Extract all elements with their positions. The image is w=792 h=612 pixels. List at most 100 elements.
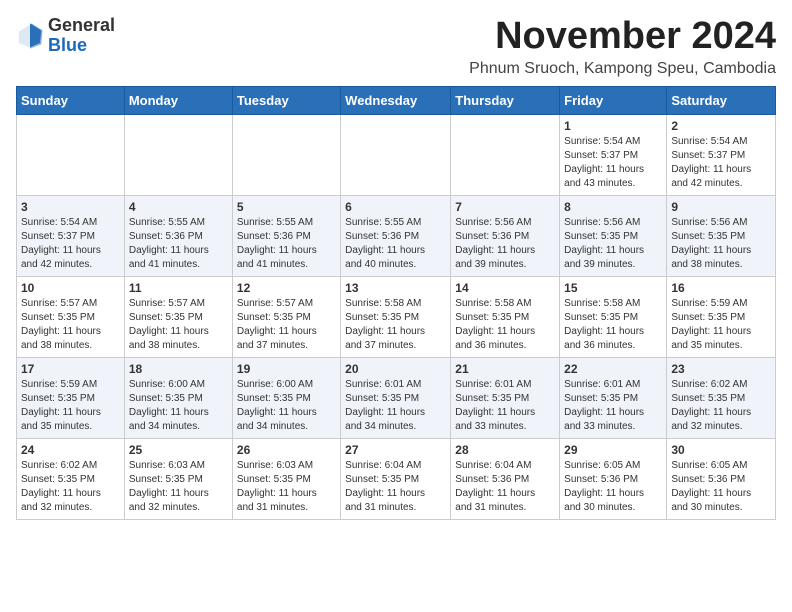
calendar-cell — [341, 114, 451, 195]
calendar-cell — [124, 114, 232, 195]
day-info: Sunrise: 6:05 AM Sunset: 5:36 PM Dayligh… — [671, 459, 771, 515]
day-number: 19 — [237, 362, 336, 376]
calendar-cell: 16 Sunrise: 5:59 AM Sunset: 5:35 PM Dayli… — [667, 276, 776, 357]
calendar-cell: 23Sunrise: 6:02 AM Sunset: 5:35 PM Dayli… — [667, 357, 776, 438]
day-number: 25 — [129, 443, 228, 457]
calendar-cell: 28 Sunrise: 6:04 AM Sunset: 5:36 PM Dayli… — [451, 438, 560, 519]
day-info: Sunrise: 5:57 AM Sunset: 5:35 PM Dayligh… — [21, 297, 120, 353]
calendar-cell: 15 Sunrise: 5:58 AM Sunset: 5:35 PM Dayli… — [560, 276, 667, 357]
day-number: 10 — [21, 281, 120, 295]
day-info: Sunrise: 6:03 AM Sunset: 5:35 PM Dayligh… — [237, 459, 336, 515]
logo-general-text: General — [48, 15, 115, 35]
calendar-cell: 2Sunrise: 5:54 AM Sunset: 5:37 PM Daylig… — [667, 114, 776, 195]
calendar-cell: 21Sunrise: 6:01 AM Sunset: 5:35 PM Dayli… — [451, 357, 560, 438]
calendar-week-row: 3 Sunrise: 5:54 AM Sunset: 5:37 PM Daylig… — [17, 195, 776, 276]
col-header-thursday: Thursday — [451, 86, 560, 114]
day-info: Sunrise: 5:55 AM Sunset: 5:36 PM Dayligh… — [345, 216, 446, 272]
calendar-cell — [451, 114, 560, 195]
calendar-week-row: 1 Sunrise: 5:54 AM Sunset: 5:37 PM Daylig… — [17, 114, 776, 195]
day-number: 18 — [129, 362, 228, 376]
day-number: 16 — [671, 281, 771, 295]
month-title: November 2024 — [469, 16, 776, 58]
location-text: Phnum Sruoch, Kampong Speu, Cambodia — [469, 60, 776, 78]
day-number: 15 — [564, 281, 662, 295]
calendar-cell: 10 Sunrise: 5:57 AM Sunset: 5:35 PM Dayli… — [17, 276, 125, 357]
day-number: 30 — [671, 443, 771, 457]
day-info: Sunrise: 5:56 AM Sunset: 5:35 PM Dayligh… — [671, 216, 771, 272]
calendar-cell: 13Sunrise: 5:58 AM Sunset: 5:35 PM Dayli… — [341, 276, 451, 357]
calendar-cell: 18 Sunrise: 6:00 AM Sunset: 5:35 PM Dayli… — [124, 357, 232, 438]
calendar-cell: 30 Sunrise: 6:05 AM Sunset: 5:36 PM Dayli… — [667, 438, 776, 519]
day-number: 2 — [671, 119, 771, 133]
calendar-cell: 17 Sunrise: 5:59 AM Sunset: 5:35 PM Dayli… — [17, 357, 125, 438]
day-number: 27 — [345, 443, 446, 457]
col-header-friday: Friday — [560, 86, 667, 114]
day-info: Sunrise: 5:58 AM Sunset: 5:35 PM Dayligh… — [455, 297, 555, 353]
day-number: 12 — [237, 281, 336, 295]
day-number: 28 — [455, 443, 555, 457]
day-info: Sunrise: 5:58 AM Sunset: 5:35 PM Dayligh… — [564, 297, 662, 353]
calendar-cell — [232, 114, 340, 195]
day-info: Sunrise: 6:01 AM Sunset: 5:35 PM Dayligh… — [564, 378, 662, 434]
day-info: Sunrise: 6:04 AM Sunset: 5:36 PM Dayligh… — [455, 459, 555, 515]
day-number: 26 — [237, 443, 336, 457]
day-number: 14 — [455, 281, 555, 295]
calendar-cell: 27 Sunrise: 6:04 AM Sunset: 5:35 PM Dayli… — [341, 438, 451, 519]
day-number: 6 — [345, 200, 446, 214]
calendar-header-row: SundayMondayTuesdayWednesdayThursdayFrid… — [17, 86, 776, 114]
logo-icon — [16, 22, 44, 50]
day-number: 29 — [564, 443, 662, 457]
title-block: November 2024 Phnum Sruoch, Kampong Speu… — [469, 16, 776, 78]
calendar-cell: 24 Sunrise: 6:02 AM Sunset: 5:35 PM Dayli… — [17, 438, 125, 519]
day-number: 17 — [21, 362, 120, 376]
col-header-monday: Monday — [124, 86, 232, 114]
day-info: Sunrise: 6:00 AM Sunset: 5:35 PM Dayligh… — [237, 378, 336, 434]
day-info: Sunrise: 5:56 AM Sunset: 5:35 PM Dayligh… — [564, 216, 662, 272]
day-info: Sunrise: 5:55 AM Sunset: 5:36 PM Dayligh… — [237, 216, 336, 272]
logo-blue-text: Blue — [48, 35, 87, 55]
day-info: Sunrise: 6:02 AM Sunset: 5:35 PM Dayligh… — [21, 459, 120, 515]
day-info: Sunrise: 5:57 AM Sunset: 5:35 PM Dayligh… — [129, 297, 228, 353]
day-info: Sunrise: 5:59 AM Sunset: 5:35 PM Dayligh… — [21, 378, 120, 434]
day-info: Sunrise: 5:54 AM Sunset: 5:37 PM Dayligh… — [564, 135, 662, 191]
calendar-cell: 12 Sunrise: 5:57 AM Sunset: 5:35 PM Dayli… — [232, 276, 340, 357]
calendar-week-row: 17 Sunrise: 5:59 AM Sunset: 5:35 PM Dayli… — [17, 357, 776, 438]
day-number: 3 — [21, 200, 120, 214]
page-header: General Blue November 2024 Phnum Sruoch,… — [16, 16, 776, 78]
day-number: 4 — [129, 200, 228, 214]
day-number: 21 — [455, 362, 555, 376]
day-info: Sunrise: 5:59 AM Sunset: 5:35 PM Dayligh… — [671, 297, 771, 353]
col-header-sunday: Sunday — [17, 86, 125, 114]
col-header-wednesday: Wednesday — [341, 86, 451, 114]
col-header-tuesday: Tuesday — [232, 86, 340, 114]
calendar-cell: 7Sunrise: 5:56 AM Sunset: 5:36 PM Daylig… — [451, 195, 560, 276]
calendar-cell: 1 Sunrise: 5:54 AM Sunset: 5:37 PM Daylig… — [560, 114, 667, 195]
day-info: Sunrise: 5:58 AM Sunset: 5:35 PM Dayligh… — [345, 297, 446, 353]
day-number: 11 — [129, 281, 228, 295]
day-info: Sunrise: 5:57 AM Sunset: 5:35 PM Dayligh… — [237, 297, 336, 353]
calendar-cell: 26 Sunrise: 6:03 AM Sunset: 5:35 PM Dayli… — [232, 438, 340, 519]
day-info: Sunrise: 6:01 AM Sunset: 5:35 PM Dayligh… — [345, 378, 446, 434]
calendar-cell: 9Sunrise: 5:56 AM Sunset: 5:35 PM Daylig… — [667, 195, 776, 276]
calendar-cell: 20Sunrise: 6:01 AM Sunset: 5:35 PM Dayli… — [341, 357, 451, 438]
day-number: 23 — [671, 362, 771, 376]
calendar-week-row: 10 Sunrise: 5:57 AM Sunset: 5:35 PM Dayli… — [17, 276, 776, 357]
day-info: Sunrise: 5:54 AM Sunset: 5:37 PM Dayligh… — [21, 216, 120, 272]
calendar-cell: 29Sunrise: 6:05 AM Sunset: 5:36 PM Dayli… — [560, 438, 667, 519]
calendar-cell: 11 Sunrise: 5:57 AM Sunset: 5:35 PM Dayli… — [124, 276, 232, 357]
calendar-cell: 25 Sunrise: 6:03 AM Sunset: 5:35 PM Dayli… — [124, 438, 232, 519]
calendar-cell: 22Sunrise: 6:01 AM Sunset: 5:35 PM Dayli… — [560, 357, 667, 438]
calendar-cell: 4 Sunrise: 5:55 AM Sunset: 5:36 PM Daylig… — [124, 195, 232, 276]
day-number: 1 — [564, 119, 662, 133]
col-header-saturday: Saturday — [667, 86, 776, 114]
day-info: Sunrise: 6:00 AM Sunset: 5:35 PM Dayligh… — [129, 378, 228, 434]
calendar-cell: 19 Sunrise: 6:00 AM Sunset: 5:35 PM Dayli… — [232, 357, 340, 438]
calendar-cell: 3 Sunrise: 5:54 AM Sunset: 5:37 PM Daylig… — [17, 195, 125, 276]
logo: General Blue — [16, 16, 115, 56]
day-info: Sunrise: 5:55 AM Sunset: 5:36 PM Dayligh… — [129, 216, 228, 272]
day-info: Sunrise: 6:04 AM Sunset: 5:35 PM Dayligh… — [345, 459, 446, 515]
day-number: 5 — [237, 200, 336, 214]
day-number: 24 — [21, 443, 120, 457]
day-info: Sunrise: 5:56 AM Sunset: 5:36 PM Dayligh… — [455, 216, 555, 272]
day-info: Sunrise: 6:03 AM Sunset: 5:35 PM Dayligh… — [129, 459, 228, 515]
